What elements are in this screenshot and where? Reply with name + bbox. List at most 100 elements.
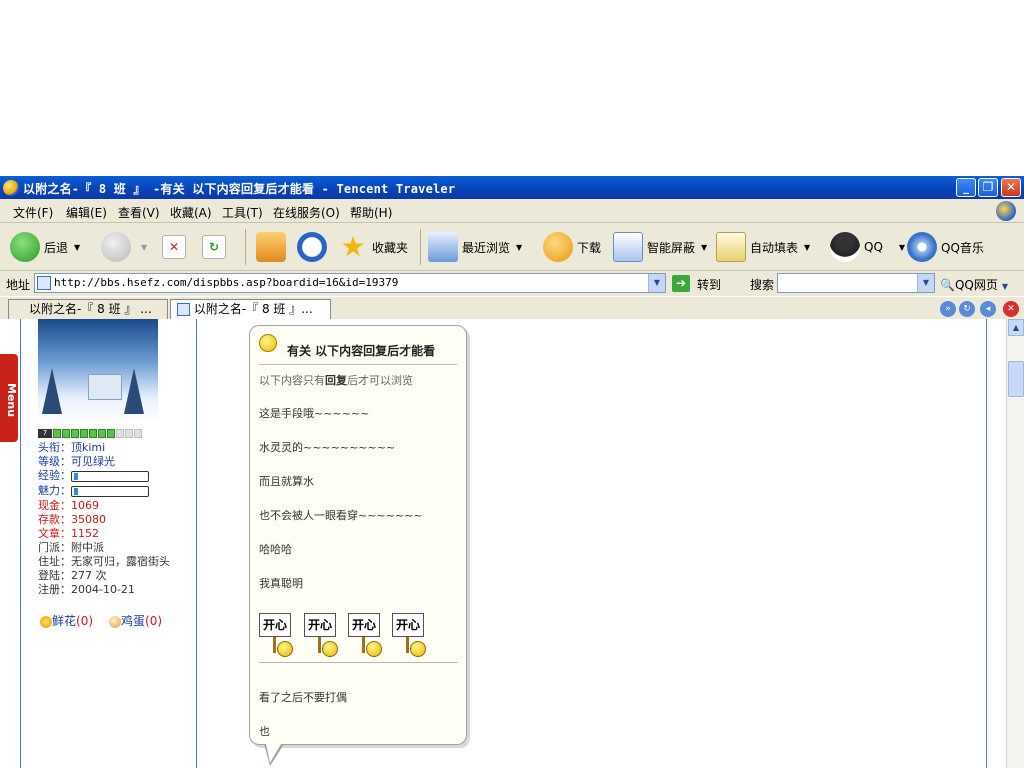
qq-dropdown-icon[interactable]: ▼ (899, 243, 905, 252)
user-posts: 文章：1152 (38, 527, 99, 540)
user-address: 住址：无家可归，露宿街头 (38, 555, 170, 568)
user-faction: 门派：附中派 (38, 541, 104, 554)
qq-web-search-button[interactable]: 🔍QQ网页 ▼ (940, 276, 1008, 293)
happy-emoticon: 开心 (392, 613, 428, 657)
menu-file[interactable]: 文件(F) (13, 204, 53, 221)
qq-music-button[interactable]: QQ音乐 (907, 231, 984, 263)
menu-edit[interactable]: 编辑(E) (66, 204, 107, 221)
forward-button[interactable]: ▼ (101, 231, 147, 263)
reply-required-note: 以下内容只有回复后才可以浏览 (259, 374, 413, 387)
autofill-button[interactable]: 自动填表 ▼ (716, 231, 810, 263)
address-url[interactable]: http://bbs.hsefz.com/dispbbs.asp?boardid… (54, 276, 398, 289)
minimize-button[interactable]: _ (956, 178, 976, 197)
qq-web-dropdown-icon[interactable]: ▼ (1002, 282, 1008, 291)
smart-block-dropdown-icon[interactable]: ▼ (701, 243, 707, 252)
level-segment (107, 429, 115, 438)
level-segment (53, 429, 61, 438)
home-button[interactable] (256, 231, 290, 263)
menu-online-services[interactable]: 在线服务(O) (273, 204, 340, 221)
smart-block-button[interactable]: 智能屏蔽 ▼ (613, 231, 707, 263)
recent-dropdown-icon[interactable]: ▼ (516, 243, 522, 252)
user-cash: 现金：1069 (38, 499, 99, 512)
recent-button[interactable]: 最近浏览 ▼ (428, 231, 522, 263)
stop-button[interactable]: ✕ (162, 231, 190, 263)
scroll-thumb[interactable] (1008, 361, 1024, 397)
close-button[interactable]: ✕ (1001, 178, 1021, 197)
magnifier-icon: 🔍 (940, 278, 955, 292)
download-icon (543, 232, 573, 262)
post-line: 我真聪明 (259, 577, 303, 590)
window-title: 以附之名-『 8 班 』 -有关 以下内容回复后才能看 - Tencent Tr… (23, 182, 456, 196)
user-deposit: 存款：35080 (38, 513, 106, 526)
search-input[interactable]: ▼ (777, 273, 935, 293)
tab-refresh-icon[interactable]: ↻ (959, 301, 975, 317)
history-button[interactable] (297, 231, 331, 263)
tab-2-active[interactable]: 以附之名-『 8 班 』... (170, 299, 331, 320)
smiley-icon (259, 334, 277, 352)
side-menu-tab[interactable]: Menu (0, 354, 18, 442)
tab-back-icon[interactable]: ◂ (980, 301, 996, 317)
send-flowers-button[interactable]: 鲜花(0) (40, 612, 93, 629)
back-button[interactable]: 后退 ▼ (10, 231, 80, 263)
tab-list-icon[interactable]: » (940, 301, 956, 317)
download-button[interactable]: 下载 (543, 231, 601, 263)
level-segment (71, 429, 79, 438)
page-content: Menu 7 头衔：顶kimi 等级：可见绿光 经验： 魅力： 现金：1069 … (0, 319, 1006, 768)
forward-dropdown-icon[interactable]: ▼ (141, 243, 147, 252)
vertical-scrollbar[interactable]: ▲ (1006, 319, 1024, 768)
send-eggs-button[interactable]: 鸡蛋(0) (109, 612, 162, 629)
tab-bar: 以附之名-『 8 班 』 ... 以附之名-『 8 班 』... » ↻ ◂ ✕ (0, 296, 1024, 320)
level-segment (98, 429, 106, 438)
tree-shape (124, 368, 144, 414)
user-grade: 等级：可见绿光 (38, 455, 115, 468)
menu-view[interactable]: 查看(V) (118, 204, 160, 221)
user-experience: 经验： (38, 469, 149, 483)
menu-bar: 文件(F) 编辑(E) 查看(V) 收藏(A) 工具(T) 在线服务(O) 帮助… (0, 199, 1024, 223)
bubble-tail (266, 744, 281, 763)
user-register-date: 注册：2004-10-21 (38, 583, 135, 596)
popup-block-icon (613, 232, 643, 262)
forward-arrow-icon (101, 232, 131, 262)
qq-penguin-icon (830, 232, 860, 262)
level-bar: 7 (38, 429, 142, 438)
user-logins: 登陆：277 次 (38, 569, 107, 582)
autofill-form-icon (716, 232, 746, 262)
title-bar: 以附之名-『 8 班 』 -有关 以下内容回复后才能看 - Tencent Tr… (0, 176, 1024, 199)
level-segment (62, 429, 70, 438)
address-input[interactable]: http://bbs.hsefz.com/dispbbs.asp?boardid… (34, 273, 666, 293)
egg-icon (109, 615, 121, 628)
refresh-button[interactable]: ↻ (202, 231, 230, 263)
tab-1[interactable]: 以附之名-『 8 班 』 ... (8, 299, 168, 320)
autofill-dropdown-icon[interactable]: ▼ (804, 243, 810, 252)
toolbar-separator (245, 229, 246, 265)
toolbar-separator (420, 229, 421, 265)
level-segment (125, 429, 133, 438)
qq-button[interactable]: QQ ▼ (830, 231, 905, 263)
post-border (986, 319, 987, 768)
menu-tools[interactable]: 工具(T) (222, 204, 263, 221)
refresh-icon: ↻ (202, 235, 226, 259)
go-arrow-icon[interactable]: ➔ (672, 275, 690, 292)
level-segment (80, 429, 88, 438)
tab-close-icon[interactable]: ✕ (1003, 301, 1019, 317)
menu-favorites[interactable]: 收藏(A) (170, 204, 212, 221)
post-bubble: 有关 以下内容回复后才能看 以下内容只有回复后才可以浏览 这是手段哦~~~~~~… (249, 325, 467, 766)
divider (259, 364, 457, 365)
user-charm: 魅力： (38, 484, 149, 498)
home-icon (256, 232, 286, 262)
menu-help[interactable]: 帮助(H) (350, 204, 392, 221)
happy-emoticon: 开心 (259, 613, 295, 657)
scroll-up-icon[interactable]: ▲ (1008, 319, 1024, 336)
go-button[interactable]: 转到 (697, 276, 721, 293)
restore-button[interactable]: ❐ (978, 178, 998, 197)
house-shape (88, 374, 122, 400)
browser-window: 以附之名-『 8 班 』 -有关 以下内容回复后才能看 - Tencent Tr… (0, 176, 1024, 768)
favorites-button[interactable]: ★ 收藏夹 (338, 231, 408, 263)
post-line: 水灵灵的~~~~~~~~~~ (259, 441, 396, 454)
search-dropdown-icon[interactable]: ▼ (917, 274, 934, 292)
back-dropdown-icon[interactable]: ▼ (74, 243, 80, 252)
level-segment (89, 429, 97, 438)
back-arrow-icon (10, 232, 40, 262)
address-dropdown-icon[interactable]: ▼ (648, 274, 665, 292)
toolbar: 后退 ▼ ▼ ✕ ↻ ★ 收藏夹 最近浏览 ▼ 下载 智能屏蔽 ▼ 自动填表 ▼… (0, 223, 1024, 271)
